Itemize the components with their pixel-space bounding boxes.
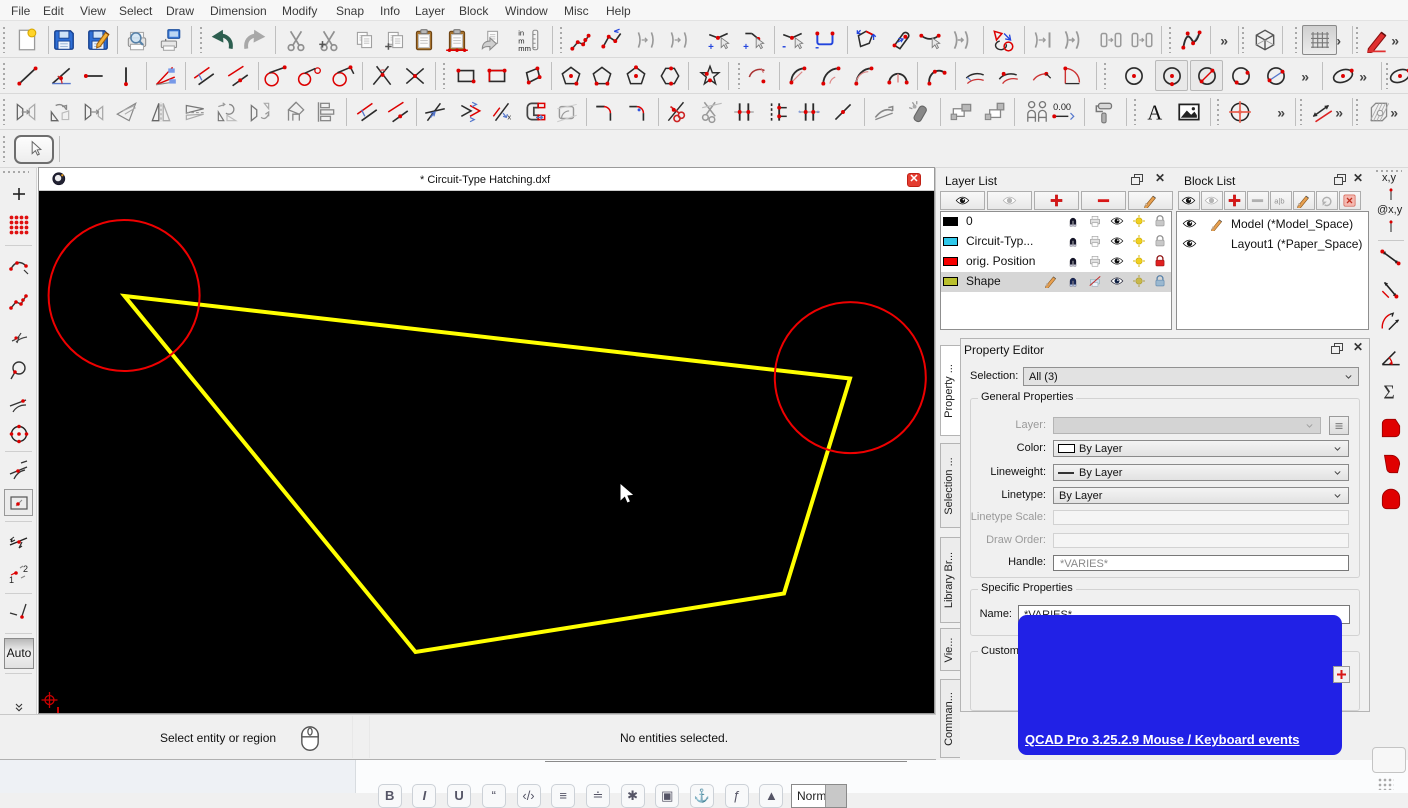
svg-text:+: + xyxy=(708,41,714,52)
svg-text:*: * xyxy=(798,108,801,117)
svg-text:1: 1 xyxy=(9,575,14,585)
svg-text:mm: mm xyxy=(518,43,531,52)
svg-text:»: » xyxy=(1390,104,1398,120)
svg-text:x: x xyxy=(507,112,511,121)
svg-text:0.00: 0.00 xyxy=(1053,101,1071,111)
svg-text:»: » xyxy=(1391,32,1399,48)
svg-text:2: 2 xyxy=(23,564,28,574)
svg-text:Σ: Σ xyxy=(1383,383,1394,404)
svg-text:-: - xyxy=(815,39,819,52)
svg-text:a|b: a|b xyxy=(1274,197,1284,206)
svg-text:-: - xyxy=(782,38,786,52)
svg-text:+: + xyxy=(743,41,749,52)
svg-text:»: » xyxy=(1301,68,1309,84)
svg-text:»: » xyxy=(1278,104,1286,120)
svg-text:»: » xyxy=(1220,32,1228,48)
svg-text:»: » xyxy=(1335,104,1343,120)
svg-text:*: * xyxy=(817,108,820,117)
svg-text:»: » xyxy=(1359,68,1367,84)
svg-text:A: A xyxy=(1147,102,1162,124)
